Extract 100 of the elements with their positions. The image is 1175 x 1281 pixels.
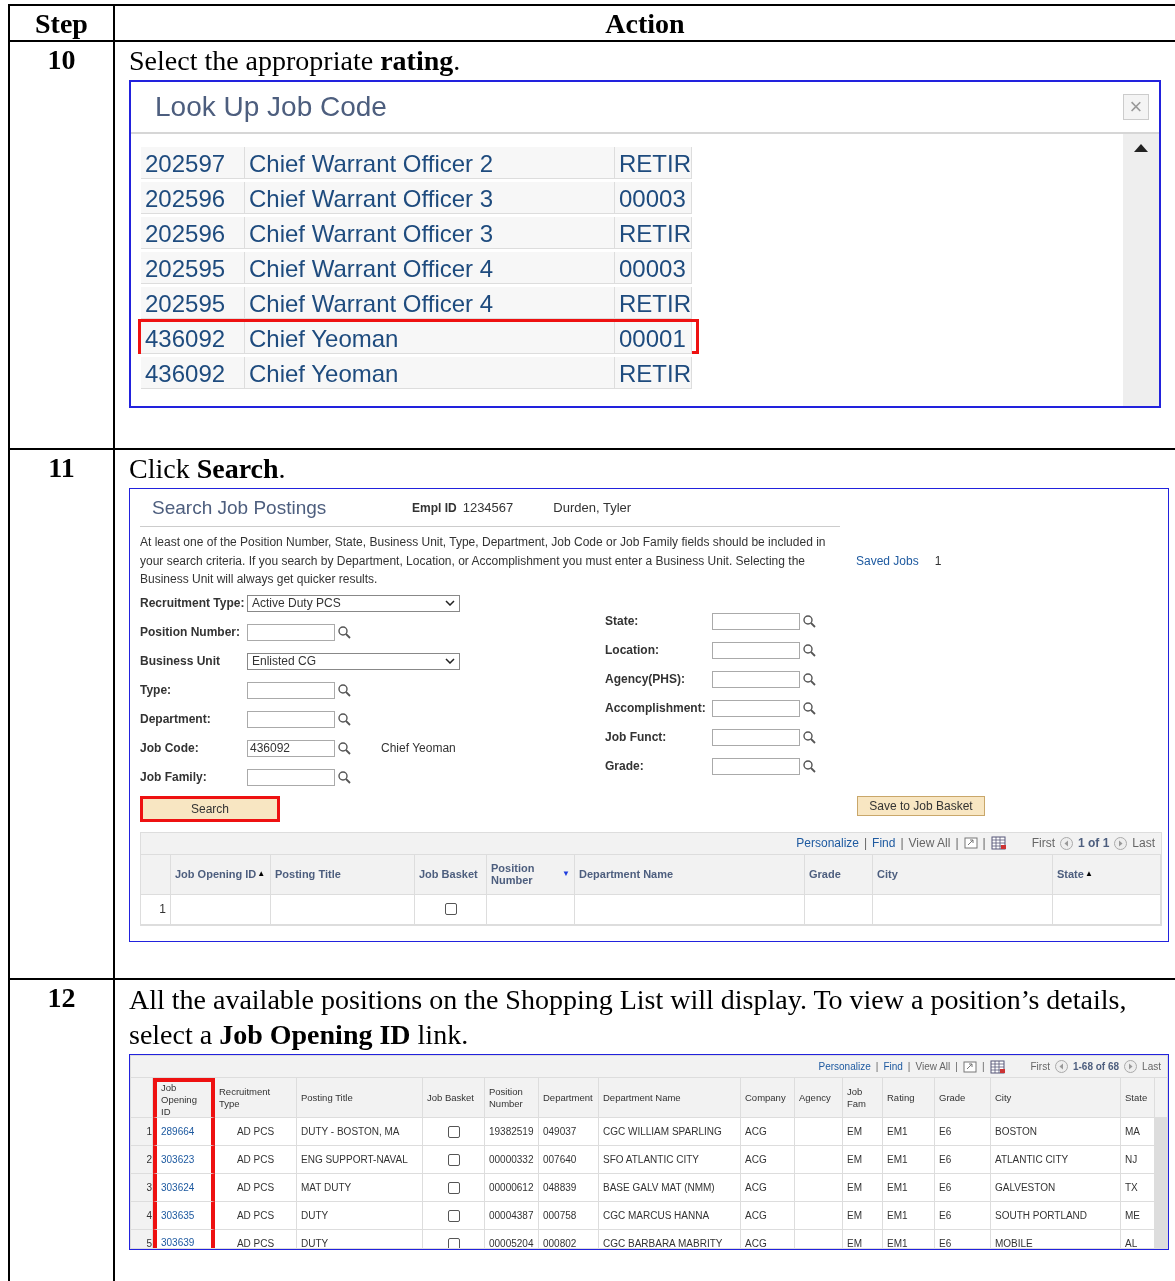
text-field[interactable] bbox=[247, 768, 335, 786]
view-all-link[interactable]: View All bbox=[908, 836, 951, 850]
next-icon[interactable] bbox=[1124, 1060, 1138, 1073]
job-opening-link[interactable]: 303624 bbox=[161, 1182, 195, 1193]
column-header[interactable]: Recruitment Type bbox=[215, 1078, 297, 1118]
scroll-up-icon[interactable] bbox=[1134, 144, 1148, 152]
column-header[interactable]: Company bbox=[741, 1078, 795, 1118]
column-header[interactable]: Agency bbox=[795, 1078, 843, 1118]
next-icon[interactable] bbox=[1114, 836, 1128, 850]
column-header[interactable]: Position Number bbox=[485, 1078, 539, 1118]
text-field[interactable] bbox=[247, 623, 335, 641]
dropdown-field[interactable]: Enlisted CG bbox=[247, 652, 460, 670]
save-to-job-basket-button[interactable]: Save to Job Basket bbox=[857, 795, 985, 816]
job-basket-checkbox[interactable] bbox=[447, 1125, 460, 1138]
column-label[interactable]: Job Basket bbox=[419, 868, 478, 880]
last-label[interactable]: Last bbox=[1132, 836, 1155, 850]
column-label[interactable]: State bbox=[1057, 868, 1084, 880]
job-basket-checkbox[interactable] bbox=[447, 1237, 460, 1248]
column-header[interactable]: Posting Title bbox=[297, 1078, 423, 1118]
search-icon[interactable] bbox=[338, 712, 351, 726]
table-cell: 436092 bbox=[141, 322, 245, 354]
column-header[interactable]: Rating bbox=[883, 1078, 935, 1118]
job-opening-link[interactable]: 303623 bbox=[161, 1154, 195, 1165]
job-basket-checkbox[interactable] bbox=[444, 903, 457, 915]
spreadsheet-icon[interactable] bbox=[990, 836, 1007, 850]
text-field[interactable] bbox=[247, 681, 335, 699]
cell-text: EM1 bbox=[887, 1210, 908, 1221]
search-icon[interactable] bbox=[803, 759, 816, 773]
dropdown-field[interactable]: Active Duty PCS bbox=[247, 594, 460, 612]
column-header[interactable]: Position Number ▼ bbox=[487, 854, 575, 895]
column-header[interactable]: Department bbox=[539, 1078, 599, 1118]
job-opening-link[interactable]: 303635 bbox=[161, 1210, 195, 1221]
table-cell: 202595 bbox=[141, 252, 245, 284]
popout-icon[interactable] bbox=[963, 837, 978, 849]
search-icon[interactable] bbox=[803, 672, 816, 686]
text-field[interactable] bbox=[712, 728, 800, 746]
column-header[interactable]: Job Opening ID bbox=[153, 1078, 215, 1118]
column-header[interactable]: State bbox=[1121, 1078, 1155, 1118]
column-label[interactable]: Posting Title bbox=[275, 868, 341, 880]
view-all-link[interactable]: View All bbox=[915, 1061, 951, 1072]
column-header[interactable]: City bbox=[991, 1078, 1121, 1118]
result-row[interactable]: 202596 Chief Warrant Officer 3 RETIR bbox=[138, 214, 699, 249]
job-opening-link[interactable]: 289664 bbox=[161, 1126, 195, 1137]
spreadsheet-icon[interactable] bbox=[989, 1059, 1006, 1074]
column-header[interactable]: Grade bbox=[935, 1078, 991, 1118]
personalize-link[interactable]: Personalize bbox=[818, 1061, 871, 1072]
search-icon[interactable] bbox=[338, 770, 351, 784]
first-label[interactable]: First bbox=[1030, 1061, 1050, 1072]
result-row[interactable]: 202595 Chief Warrant Officer 4 RETIR bbox=[138, 284, 699, 319]
search-icon[interactable] bbox=[803, 730, 816, 744]
text-field[interactable] bbox=[712, 670, 800, 688]
find-link[interactable]: Find bbox=[883, 1061, 903, 1072]
search-icon[interactable] bbox=[803, 701, 816, 715]
text-field[interactable] bbox=[712, 757, 800, 775]
text-field[interactable] bbox=[247, 710, 335, 728]
result-row[interactable]: 202595 Chief Warrant Officer 4 00003 bbox=[138, 249, 699, 284]
saved-jobs-link[interactable]: Saved Jobs bbox=[856, 553, 919, 568]
field-label: State: bbox=[605, 613, 640, 629]
result-row[interactable]: 202597 Chief Warrant Officer 2 RETIR bbox=[138, 144, 699, 179]
column-label[interactable]: Department Name bbox=[579, 868, 674, 880]
column-label[interactable]: Position Number bbox=[491, 862, 562, 886]
result-row[interactable]: 202596 Chief Warrant Officer 3 00003 bbox=[138, 179, 699, 214]
previous-icon[interactable] bbox=[1054, 1060, 1068, 1073]
popout-icon[interactable] bbox=[962, 1060, 977, 1073]
job-opening-link[interactable]: 303639 bbox=[161, 1236, 195, 1248]
search-icon[interactable] bbox=[338, 741, 351, 755]
first-label[interactable]: First bbox=[1031, 836, 1055, 850]
column-header[interactable]: Job Opening ID▲ bbox=[171, 854, 271, 895]
highlighted-result-row[interactable]: 436092 Chief Yeoman 00001 bbox=[138, 319, 699, 354]
job-basket-checkbox[interactable] bbox=[447, 1181, 460, 1194]
search-button[interactable]: Search bbox=[140, 795, 280, 822]
search-icon[interactable] bbox=[338, 625, 351, 639]
column-label[interactable]: Grade bbox=[809, 868, 841, 880]
column-header[interactable]: Posting Title bbox=[271, 854, 415, 895]
column-header[interactable]: Department Name bbox=[599, 1078, 741, 1118]
text-field[interactable] bbox=[712, 641, 800, 659]
search-icon[interactable] bbox=[803, 614, 816, 628]
text-field[interactable] bbox=[712, 699, 800, 717]
scrollbar[interactable] bbox=[1123, 134, 1159, 406]
previous-icon[interactable] bbox=[1059, 836, 1073, 850]
personalize-link[interactable]: Personalize bbox=[796, 836, 859, 850]
last-label[interactable]: Last bbox=[1142, 1061, 1161, 1072]
column-header[interactable]: Job Basket bbox=[423, 1078, 485, 1118]
search-icon[interactable] bbox=[803, 643, 816, 657]
job-basket-checkbox[interactable] bbox=[447, 1153, 460, 1166]
search-icon[interactable] bbox=[338, 683, 351, 697]
column-header[interactable]: Job Fam bbox=[843, 1078, 883, 1118]
column-header[interactable]: Grade bbox=[805, 854, 873, 895]
column-header[interactable]: Department Name bbox=[575, 854, 805, 895]
column-header[interactable]: City bbox=[873, 854, 1053, 895]
column-label[interactable]: City bbox=[877, 868, 898, 880]
chevron-down-icon bbox=[445, 600, 455, 606]
result-row[interactable]: 436092 Chief Yeoman RETIR bbox=[138, 354, 699, 389]
column-label[interactable]: Job Opening ID bbox=[175, 868, 257, 880]
column-header[interactable]: Job Basket bbox=[415, 854, 487, 895]
find-link[interactable]: Find bbox=[872, 836, 896, 850]
job-basket-checkbox[interactable] bbox=[447, 1209, 460, 1222]
text-field[interactable] bbox=[712, 612, 800, 630]
column-header[interactable]: State▲ bbox=[1053, 854, 1161, 895]
text-field[interactable]: 436092 bbox=[247, 739, 335, 757]
